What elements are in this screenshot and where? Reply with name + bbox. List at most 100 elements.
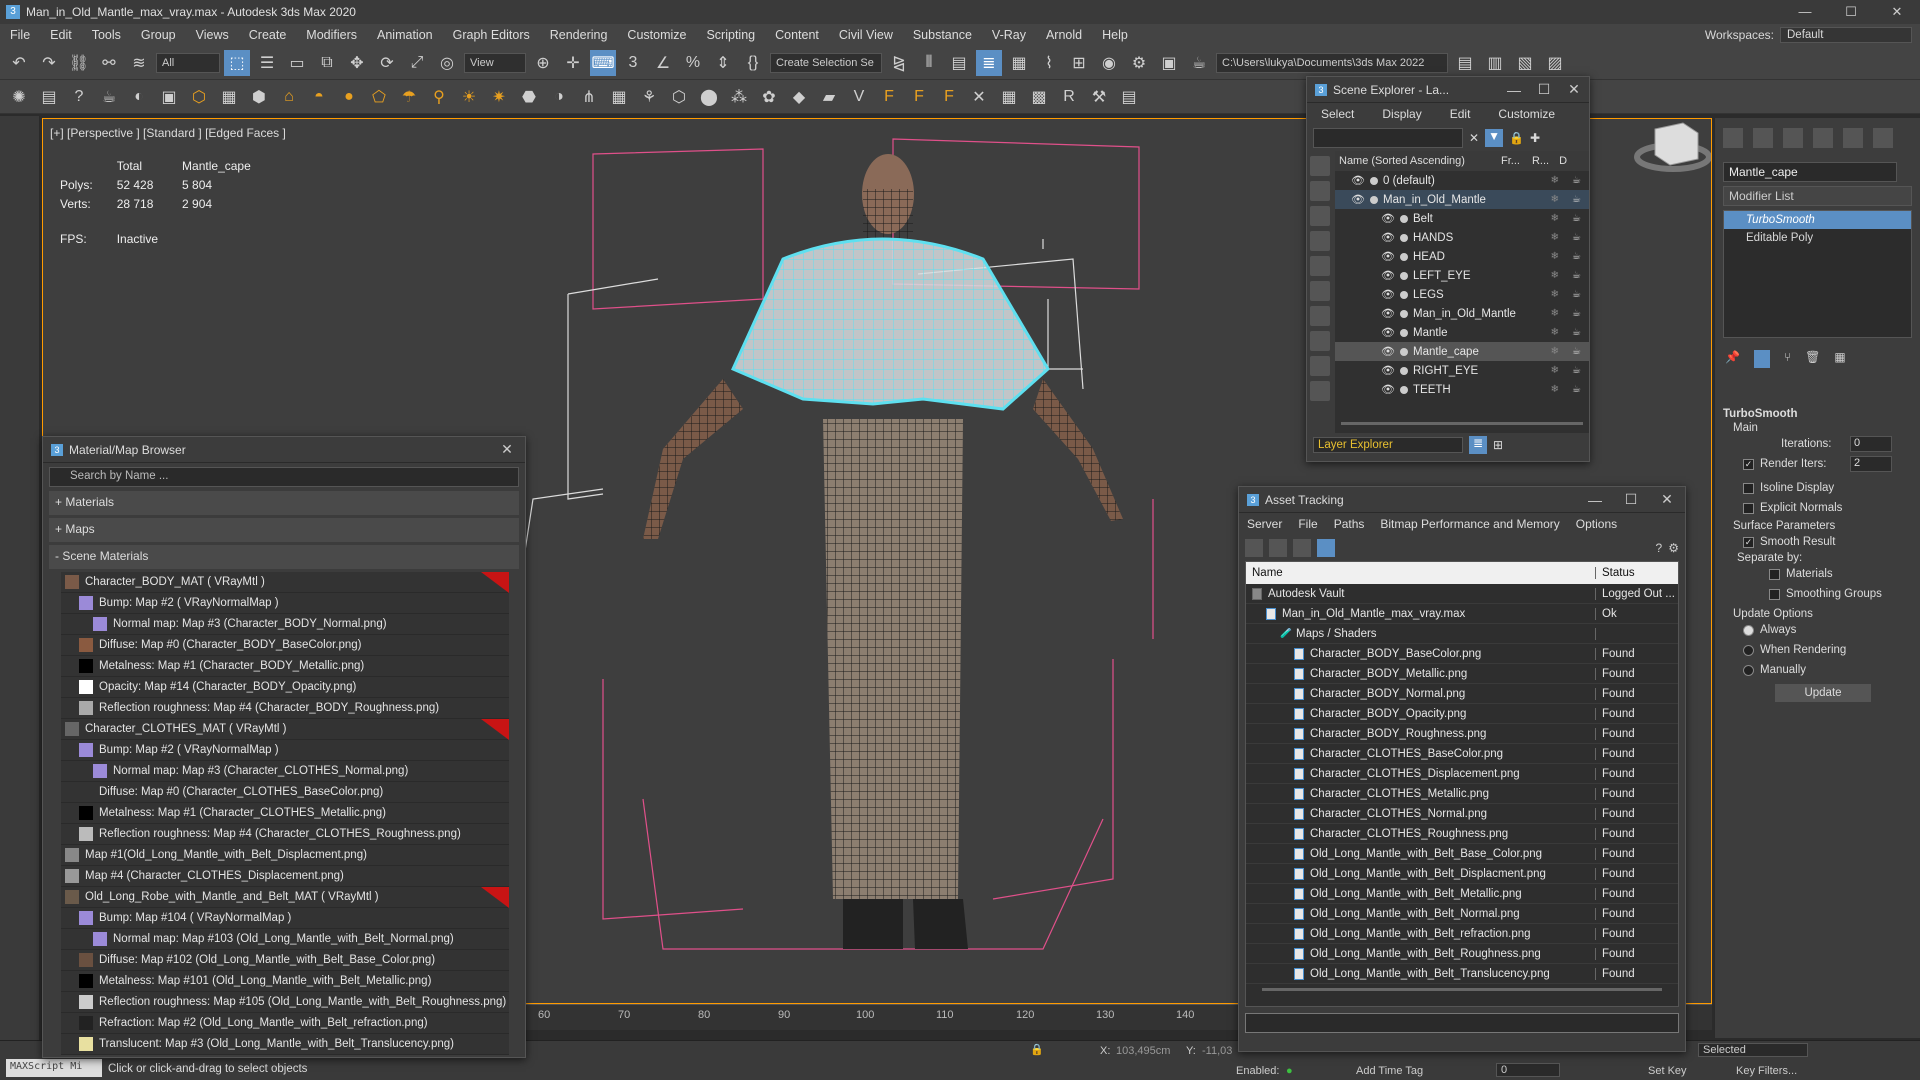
keyboard-shortcut-icon[interactable]: ⌨: [590, 49, 616, 76]
vray-ipr-icon[interactable]: ⬡: [186, 84, 212, 110]
asset-row[interactable]: Old_Long_Mantle_with_Belt_Displacment.pn…: [1246, 864, 1678, 884]
material-list-item[interactable]: Opacity: Map #14 (Character_BODY_Opacity…: [61, 677, 509, 698]
select-manipulate-icon[interactable]: ✛: [560, 50, 586, 76]
menu-civil-view[interactable]: Civil View: [829, 28, 903, 42]
material-list-item[interactable]: Metalness: Map #1 (Character_BODY_Metall…: [61, 656, 509, 677]
vray-sphere-light-icon[interactable]: ●: [336, 84, 362, 110]
remove-modifier-icon[interactable]: 🗑: [1805, 350, 1820, 368]
help-icon[interactable]: ?: [1656, 541, 1663, 555]
scene-tree-item[interactable]: 👁 HEAD ❄ ☕: [1335, 247, 1589, 266]
materials-checkbox[interactable]: [1769, 568, 1780, 580]
renderable-icon[interactable]: ☕: [1572, 270, 1581, 281]
material-editor-icon[interactable]: ◉: [1096, 50, 1122, 76]
scene-materials-section[interactable]: - Scene Materials: [49, 545, 519, 569]
material-list-item[interactable]: Translucent: Map #3 (Old_Long_Mantle_wit…: [61, 1034, 509, 1055]
col-display-header[interactable]: D: [1559, 155, 1567, 167]
explorer-type-dropdown[interactable]: Layer Explorer: [1313, 437, 1463, 453]
display-xrefs-icon[interactable]: [1310, 331, 1330, 351]
add-layer-icon[interactable]: ✚: [1530, 131, 1540, 145]
viewport-label[interactable]: [+] [Perspective ] [Standard ] [Edged Fa…: [50, 126, 286, 140]
configure-sets-icon[interactable]: ▦: [1834, 350, 1845, 368]
material-list-item[interactable]: Bump: Map #2 ( VRayNormalMap ): [61, 740, 509, 761]
list-view-icon[interactable]: [1269, 539, 1287, 557]
thumbnail-view-icon[interactable]: [1293, 539, 1311, 557]
modifier-list-dropdown[interactable]: Modifier List: [1723, 186, 1912, 206]
visibility-eye-icon[interactable]: 👁: [1351, 193, 1365, 206]
menu-group[interactable]: Group: [131, 28, 186, 42]
bind-spacewarp-icon[interactable]: ≋: [126, 50, 152, 76]
vray-light-icon[interactable]: ⌂: [276, 84, 302, 110]
workspace-dropdown[interactable]: Default: [1780, 27, 1912, 43]
scene-explorer-titlebar[interactable]: 3 Scene Explorer - La... — ☐ ✕: [1307, 77, 1589, 103]
material-list-item[interactable]: Bump: Map #104 ( VRayNormalMap ): [61, 908, 509, 929]
menu-server[interactable]: Server: [1239, 517, 1290, 531]
minimize-icon[interactable]: —: [1577, 492, 1613, 508]
renderable-icon[interactable]: ☕: [1572, 327, 1581, 338]
vray-ies-icon[interactable]: ☂: [396, 84, 422, 110]
select-by-name-icon[interactable]: ☰: [254, 50, 280, 76]
smooth-result-checkbox[interactable]: ✓: [1743, 536, 1754, 548]
asset-row[interactable]: Character_BODY_Roughness.png Found: [1246, 724, 1678, 744]
rollout-title[interactable]: TurboSmooth: [1723, 406, 1912, 422]
menu-scripting[interactable]: Scripting: [696, 28, 765, 42]
unlink-icon[interactable]: ⚯: [96, 50, 122, 76]
display-helpers-icon[interactable]: [1310, 256, 1330, 276]
render-icon[interactable]: ☕: [1186, 50, 1212, 76]
renderable-icon[interactable]: ☕: [1572, 384, 1581, 395]
hierarchy-toggle-icon[interactable]: ⊞: [1493, 438, 1503, 452]
asset-row[interactable]: Character_BODY_Normal.png Found: [1246, 684, 1678, 704]
mirror-icon[interactable]: ⧎: [886, 50, 912, 76]
x-coord-field[interactable]: 103,495cm: [1116, 1045, 1170, 1057]
freeze-icon[interactable]: ❄: [1551, 365, 1559, 376]
vray-volume-icon[interactable]: ⬡: [666, 84, 692, 110]
close-icon[interactable]: ✕: [1559, 81, 1589, 98]
menu-edit[interactable]: Edit: [40, 28, 82, 42]
freeze-icon[interactable]: ❄: [1551, 327, 1559, 338]
edit-named-selection-icon[interactable]: {}: [740, 50, 766, 76]
close-button[interactable]: ✕: [1874, 0, 1920, 24]
col-freeze-header[interactable]: Fr...: [1501, 155, 1520, 167]
freeze-icon[interactable]: ❄: [1551, 251, 1559, 262]
freeze-icon[interactable]: ❄: [1551, 289, 1559, 300]
vray-grass-icon[interactable]: ⚘: [636, 84, 662, 110]
asset-tracking-titlebar[interactable]: 3 Asset Tracking — ☐ ✕: [1239, 487, 1685, 513]
asset-row[interactable]: Character_CLOTHES_Normal.png Found: [1246, 804, 1678, 824]
material-list-item[interactable]: Reflection roughness: Map #105 (Old_Long…: [61, 992, 509, 1013]
minimize-button[interactable]: —: [1782, 0, 1828, 24]
menu-file[interactable]: File: [1290, 517, 1325, 531]
menu-graph-editors[interactable]: Graph Editors: [443, 28, 540, 42]
freeze-icon[interactable]: ❄: [1551, 232, 1559, 243]
freeze-icon[interactable]: ❄: [1551, 175, 1559, 186]
display-groups-icon[interactable]: [1310, 306, 1330, 326]
maximize-button[interactable]: ☐: [1828, 0, 1874, 24]
vray-frame-buffer-icon[interactable]: ▣: [156, 84, 182, 110]
rotate-icon[interactable]: ⟳: [374, 50, 400, 76]
scene-tree-item[interactable]: 👁 Man_in_Old_Mantle ❄ ☕: [1335, 190, 1589, 209]
project-settings-icon[interactable]: ▧: [1512, 50, 1538, 76]
scene-tree-item[interactable]: 👁 LEFT_EYE ❄ ☕: [1335, 266, 1589, 285]
asset-row[interactable]: Old_Long_Mantle_with_Belt_Normal.png Foun…: [1246, 904, 1678, 924]
rendered-frame-icon[interactable]: ▣: [1156, 50, 1182, 76]
renderable-icon[interactable]: ☕: [1572, 346, 1581, 357]
renderable-icon[interactable]: ☕: [1572, 251, 1581, 262]
asset-row[interactable]: Old_Long_Mantle_with_Belt_Translucency.p…: [1246, 964, 1678, 984]
material-list-item[interactable]: Character_CLOTHES_MAT ( VRayMtl ): [61, 719, 509, 740]
scene-tree-item[interactable]: 👁 Man_in_Old_Mantle ❄ ☕: [1335, 304, 1589, 323]
percent-snap-icon[interactable]: %: [680, 50, 706, 76]
asset-row[interactable]: Character_CLOTHES_Roughness.png Found: [1246, 824, 1678, 844]
freeze-icon[interactable]: ❄: [1551, 213, 1559, 224]
col-name-header[interactable]: Name: [1246, 567, 1596, 579]
material-list-item[interactable]: Normal map: Map #103 (Old_Long_Mantle_wi…: [61, 929, 509, 950]
y-coord-field[interactable]: -11,03: [1202, 1045, 1232, 1057]
link-icon[interactable]: ⛓: [66, 50, 92, 76]
spinner-snap-icon[interactable]: ⇕: [710, 50, 736, 76]
snap-toggle-icon[interactable]: 3: [620, 50, 646, 76]
clear-search-icon[interactable]: ✕: [1469, 131, 1479, 145]
scene-tree-item[interactable]: 👁 HANDS ❄ ☕: [1335, 228, 1589, 247]
display-shapes-icon[interactable]: [1310, 181, 1330, 201]
vray-lister-icon[interactable]: ▦: [216, 84, 242, 110]
update-button[interactable]: Update: [1775, 684, 1871, 702]
lock-icon[interactable]: 🔒: [1509, 131, 1524, 145]
material-list-item[interactable]: Reflection roughness: Map #4 (Character_…: [61, 698, 509, 719]
renderable-icon[interactable]: ☕: [1572, 289, 1581, 300]
